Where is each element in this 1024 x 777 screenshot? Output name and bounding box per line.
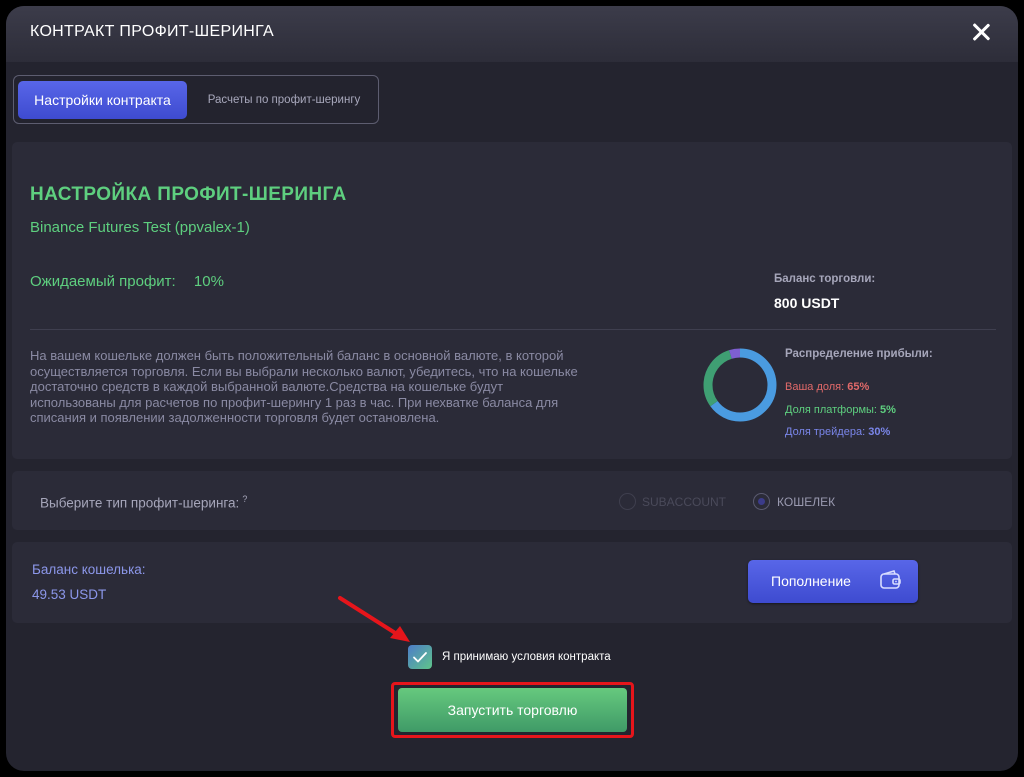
trader-share: Доля трейдера: 30% — [785, 426, 890, 438]
profit-sharing-modal: КОНТРАКТ ПРОФИТ-ШЕРИНГА Настройки контра… — [6, 6, 1018, 771]
subaccount-radio[interactable] — [619, 493, 636, 510]
account-name: Binance Futures Test (ppvalex-1) — [30, 219, 250, 236]
distribution-label: Распределение прибыли: — [785, 348, 933, 360]
expected-profit: Ожидаемый профит: 10% — [30, 273, 224, 290]
wallet-icon — [880, 570, 901, 589]
accept-terms-checkbox[interactable] — [408, 645, 432, 669]
wallet-balance-label: Баланс кошелька: — [32, 562, 146, 577]
wallet-radio-label[interactable]: КОШЕЛЕК — [777, 495, 835, 509]
modal-header: КОНТРАКТ ПРОФИТ-ШЕРИНГА — [6, 6, 1018, 62]
subaccount-radio-label[interactable]: SUBACCOUNT — [642, 495, 726, 509]
topup-button[interactable]: Пополнение — [748, 560, 918, 603]
annotation-arrow-icon — [338, 596, 410, 642]
trading-balance-label: Баланс торговли: — [774, 273, 876, 285]
platform-share: Доля платформы: 5% — [785, 404, 896, 416]
your-share-value: 65% — [847, 381, 870, 393]
tab-profit-sharing-calculations[interactable]: Расчеты по профит-шерингу — [196, 81, 372, 119]
profit-distribution-donut — [703, 348, 777, 422]
settings-title: НАСТРОЙКА ПРОФИТ-ШЕРИНГА — [30, 184, 347, 205]
sharing-type-card: Выберите тип профит-шеринга:? SUBACCOUNT… — [12, 471, 1012, 530]
divider — [30, 329, 996, 330]
sharing-type-label: Выберите тип профит-шеринга:? — [40, 494, 247, 511]
wallet-card: Баланс кошелька: 49.53 USDT Пополнение — [12, 542, 1012, 623]
expected-profit-value: 10% — [193, 273, 224, 290]
trading-balance-value: 800 USDT — [774, 295, 840, 311]
help-icon[interactable]: ? — [242, 494, 247, 504]
modal-title: КОНТРАКТ ПРОФИТ-ШЕРИНГА — [30, 23, 274, 40]
close-icon[interactable] — [970, 21, 992, 43]
trader-share-value: 30% — [868, 426, 891, 438]
checkmark-icon — [413, 652, 427, 663]
trader-share-label: Доля трейдера: — [785, 426, 866, 438]
platform-share-label: Доля платформы: — [785, 404, 877, 416]
wallet-radio[interactable] — [753, 493, 770, 510]
tab-contract-settings[interactable]: Настройки контракта — [18, 81, 187, 119]
expected-profit-label: Ожидаемый профит: — [30, 273, 176, 290]
info-text: На вашем кошельке должен быть положитель… — [30, 348, 578, 425]
sharing-type-label-text: Выберите тип профит-шеринга: — [40, 495, 240, 511]
settings-card: НАСТРОЙКА ПРОФИТ-ШЕРИНГА Binance Futures… — [12, 142, 1012, 459]
start-trading-button[interactable]: Запустить торговлю — [398, 688, 627, 732]
wallet-balance-value: 49.53 USDT — [32, 587, 107, 602]
your-share-label: Ваша доля: — [785, 381, 845, 393]
your-share: Ваша доля: 65% — [785, 381, 869, 393]
tab-bar: Настройки контракта Расчеты по профит-ше… — [13, 75, 379, 124]
accept-terms-label[interactable]: Я принимаю условия контракта — [442, 651, 611, 663]
topup-button-label: Пополнение — [771, 573, 851, 589]
platform-share-value: 5% — [880, 404, 896, 416]
